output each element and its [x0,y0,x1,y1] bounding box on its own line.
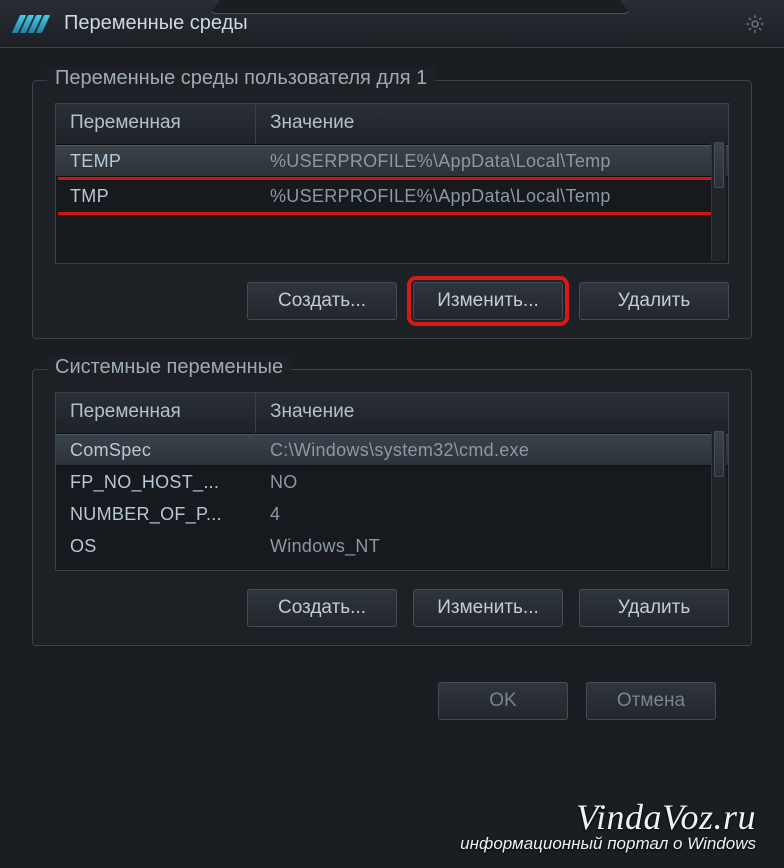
titlebar: Переменные среды [0,0,784,48]
table-row[interactable]: TMP %USERPROFILE%\AppData\Local\Temp [56,180,728,212]
table-row[interactable]: TEMP %USERPROFILE%\AppData\Local\Temp [56,145,728,177]
col-header-value[interactable]: Значение [256,393,728,433]
system-vars-groupbox: Системные переменные Переменная Значение… [32,369,752,646]
delete-button[interactable]: Удалить [579,589,729,627]
cell-value: %USERPROFILE%\AppData\Local\Temp [256,147,728,176]
system-vars-label: Системные переменные [47,356,291,379]
app-logo-icon [16,13,52,35]
window-title: Переменные среды [64,12,248,35]
col-header-value[interactable]: Значение [256,104,728,144]
watermark-site: VindaVoz.ru [460,796,756,838]
create-button[interactable]: Создать... [247,282,397,320]
table-row[interactable]: FP_NO_HOST_... NO [56,466,728,498]
annotation-underline [58,212,726,215]
edit-button[interactable]: Изменить... [413,282,563,320]
user-vars-label: Переменные среды пользователя для 1 [47,67,435,90]
table-header: Переменная Значение [56,393,728,434]
cancel-button[interactable]: Отмена [586,682,716,720]
cell-value: Windows_NT [256,532,728,561]
ok-button[interactable]: OK [438,682,568,720]
cell-variable: FP_NO_HOST_... [56,468,256,497]
dialog-buttons: OK Отмена [32,676,752,720]
cell-variable: ComSpec [56,436,256,465]
vertical-scrollbar[interactable] [711,142,726,261]
user-vars-table[interactable]: Переменная Значение TEMP %USERPROFILE%\A… [55,103,729,264]
watermark: VindaVoz.ru информационный портал о Wind… [460,796,756,854]
cell-value: 4 [256,500,728,529]
watermark-tagline: информационный портал о Windows [460,834,756,854]
table-row[interactable]: OS Windows_NT [56,530,728,562]
create-button[interactable]: Создать... [247,589,397,627]
cell-value: C:\Windows\system32\cmd.exe [256,436,728,465]
edit-button[interactable]: Изменить... [413,589,563,627]
user-vars-groupbox: Переменные среды пользователя для 1 Пере… [32,80,752,339]
cell-variable: NUMBER_OF_P... [56,500,256,529]
table-row[interactable]: ComSpec C:\Windows\system32\cmd.exe [56,434,728,466]
table-header: Переменная Значение [56,104,728,145]
col-header-variable[interactable]: Переменная [56,393,256,433]
table-row[interactable]: NUMBER_OF_P... 4 [56,498,728,530]
cell-value: NO [256,468,728,497]
dialog-content: Переменные среды пользователя для 1 Пере… [0,48,784,736]
cell-variable: OS [56,532,256,561]
delete-button[interactable]: Удалить [579,282,729,320]
vertical-scrollbar[interactable] [711,431,726,568]
system-vars-table[interactable]: Переменная Значение ComSpec C:\Windows\s… [55,392,729,571]
cell-value: %USERPROFILE%\AppData\Local\Temp [256,182,728,211]
titlebar-notch [210,0,630,14]
cell-variable: TEMP [56,147,256,176]
cell-variable: TMP [56,182,256,211]
settings-icon[interactable] [744,13,766,35]
col-header-variable[interactable]: Переменная [56,104,256,144]
